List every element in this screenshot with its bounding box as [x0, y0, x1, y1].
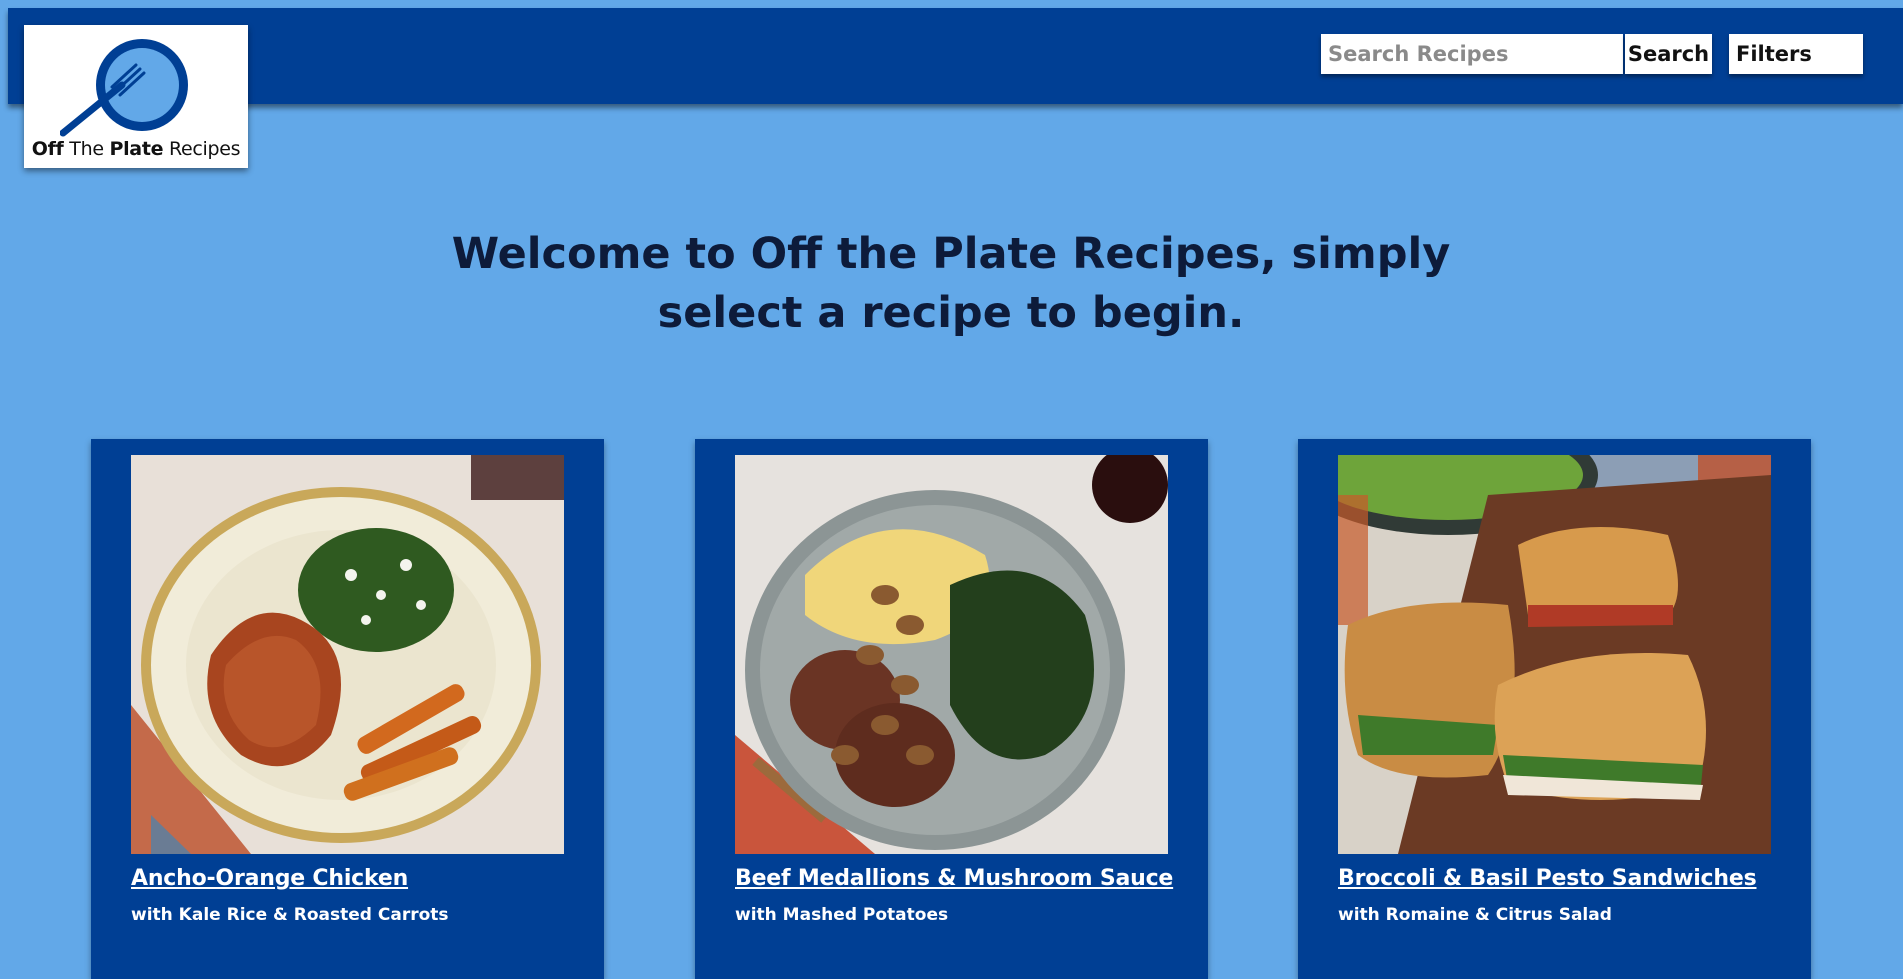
search-button[interactable]: Search — [1625, 34, 1712, 74]
logo-text: Off The Plate Recipes — [31, 138, 241, 160]
plate-fork-logo-icon — [60, 39, 188, 137]
recipe-card[interactable]: Beef Medallions & Mushroom Sauce with Ma… — [695, 439, 1208, 979]
search-input[interactable] — [1321, 34, 1623, 74]
site-logo[interactable]: Off The Plate Recipes — [24, 25, 248, 168]
recipe-title-link[interactable]: Broccoli & Basil Pesto Sandwiches — [1338, 866, 1798, 891]
recipe-title-link[interactable]: Ancho-Orange Chicken — [131, 866, 591, 891]
recipe-image-chicken[interactable] — [131, 455, 564, 854]
recipe-subtitle: with Kale Rice & Roasted Carrots — [131, 905, 449, 925]
recipe-card[interactable]: Broccoli & Basil Pesto Sandwiches with R… — [1298, 439, 1811, 979]
recipe-subtitle: with Romaine & Citrus Salad — [1338, 905, 1612, 925]
top-strip — [0, 0, 1903, 8]
recipe-image-beef[interactable] — [735, 455, 1168, 854]
recipe-title-link[interactable]: Beef Medallions & Mushroom Sauce — [735, 866, 1195, 891]
welcome-heading: Welcome to Off the Plate Recipes, simply… — [451, 229, 1451, 338]
recipe-image-sandwich[interactable] — [1338, 455, 1771, 854]
filters-button[interactable]: Filters — [1729, 34, 1863, 74]
recipe-subtitle: with Mashed Potatoes — [735, 905, 949, 925]
recipe-card[interactable]: Ancho-Orange Chicken with Kale Rice & Ro… — [91, 439, 604, 979]
